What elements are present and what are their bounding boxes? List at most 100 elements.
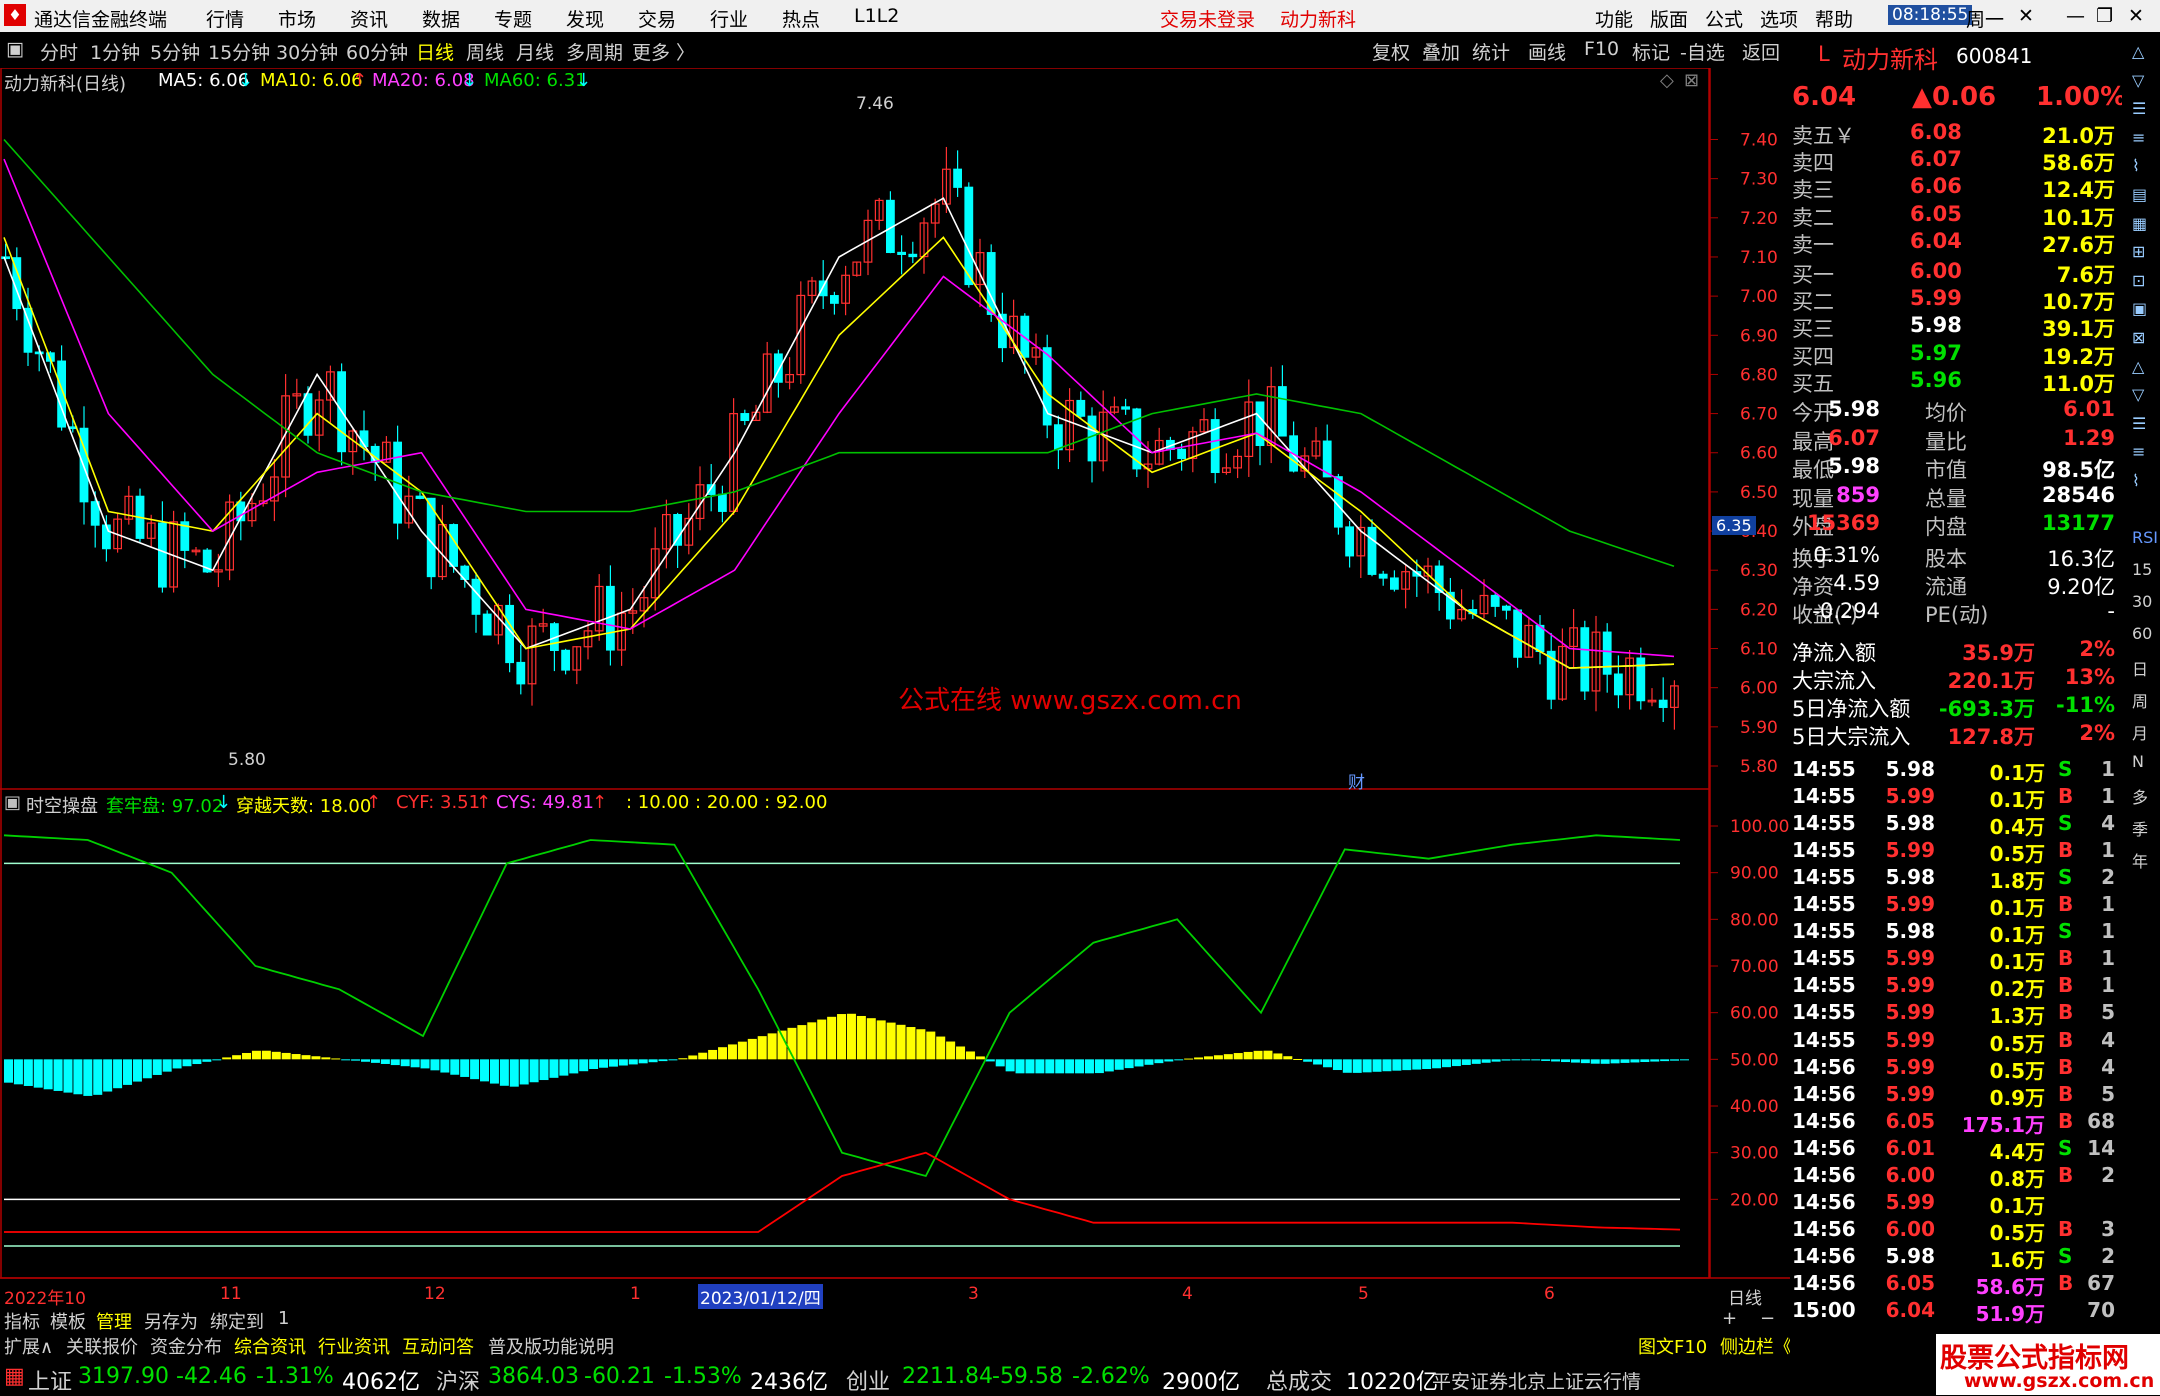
- tab-expand[interactable]: 扩展∧: [4, 1333, 53, 1359]
- menu-market[interactable]: 市场: [278, 5, 316, 32]
- tab-industry-news[interactable]: 行业资讯: [318, 1333, 390, 1359]
- btn-f10[interactable]: F10: [1584, 38, 1619, 60]
- tab-bind[interactable]: 绑定到: [210, 1308, 264, 1334]
- btn-back[interactable]: 返回: [1742, 38, 1780, 65]
- tab-more[interactable]: 更多: [632, 38, 670, 65]
- sidebar-tool-icon[interactable]: ≡: [2132, 442, 2145, 461]
- more-chevron-icon[interactable]: 〉: [676, 38, 695, 65]
- tab-fenshi[interactable]: 分时: [40, 38, 78, 65]
- menu-help[interactable]: 帮助: [1815, 5, 1853, 32]
- menu-quote[interactable]: 行情: [206, 5, 244, 32]
- sidebar-tool-icon[interactable]: ▽: [2132, 385, 2144, 404]
- menu-options[interactable]: 选项: [1760, 5, 1798, 32]
- status-icon[interactable]: ▦: [4, 1364, 25, 1389]
- tab-manage[interactable]: 管理: [96, 1308, 132, 1334]
- cai-marker[interactable]: 财: [1348, 768, 1365, 793]
- sidebar-period-3[interactable]: 60: [2132, 624, 2152, 643]
- candle-body: [740, 413, 750, 422]
- sidebar-tool-icon[interactable]: ≡: [2132, 128, 2145, 147]
- minimize-icon[interactable]: —: [2066, 5, 2085, 27]
- cys-bar: [539, 1059, 549, 1081]
- sidebar-tool-icon[interactable]: △: [2132, 357, 2144, 376]
- close-window-icon[interactable]: ✕: [2128, 5, 2144, 27]
- sidebar-tool-icon[interactable]: ☰: [2132, 414, 2146, 433]
- chart-close-icon[interactable]: ⊠: [1684, 70, 1699, 91]
- tab-f10-text[interactable]: 图文F10: [1638, 1333, 1707, 1359]
- sidebar-tool-icon[interactable]: ⌇: [2132, 156, 2140, 175]
- zoom-plus-icon[interactable]: +: [1722, 1308, 1737, 1329]
- sidebar-tool-icon[interactable]: ⊞: [2132, 242, 2145, 261]
- sidebar-period-5[interactable]: 周: [2132, 688, 2148, 712]
- sidebar-period-6[interactable]: 月: [2132, 720, 2148, 744]
- sidebar-period-7[interactable]: N: [2132, 752, 2144, 771]
- tab-60min[interactable]: 60分钟: [346, 38, 408, 65]
- tab-15min[interactable]: 15分钟: [208, 38, 270, 65]
- menu-topic[interactable]: 专题: [494, 5, 532, 32]
- menu-news[interactable]: 资讯: [350, 5, 388, 32]
- indicator-icon[interactable]: ▣: [4, 792, 21, 813]
- sidebar-tool-icon[interactable]: ▦: [2132, 214, 2147, 233]
- sidebar-tool-icon[interactable]: ▽: [2132, 71, 2144, 90]
- menu-layout[interactable]: 版面: [1650, 5, 1688, 32]
- cy-name[interactable]: 创业: [846, 1364, 890, 1396]
- tab-related-quote[interactable]: 关联报价: [66, 1333, 138, 1359]
- btn-watchlist[interactable]: -自选: [1680, 38, 1725, 65]
- sidebar-period-2[interactable]: 30: [2132, 592, 2152, 611]
- menu-discover[interactable]: 发现: [566, 5, 604, 32]
- sidebar-tool-icon[interactable]: △: [2132, 42, 2144, 61]
- tab-weekly[interactable]: 周线: [466, 38, 504, 65]
- toolbar-menu-icon[interactable]: ▣: [6, 38, 24, 60]
- sidebar-tool-icon[interactable]: ⊠: [2132, 328, 2145, 347]
- tab-5min[interactable]: 5分钟: [150, 38, 200, 65]
- tab-indicator[interactable]: 指标: [4, 1308, 40, 1334]
- tab-daily[interactable]: 日线: [416, 38, 454, 65]
- tab-30min[interactable]: 30分钟: [276, 38, 338, 65]
- menu-data[interactable]: 数据: [422, 5, 460, 32]
- tab-saveas[interactable]: 另存为: [144, 1308, 198, 1334]
- stock-link[interactable]: 动力新科: [1280, 5, 1356, 32]
- menu-function[interactable]: 功能: [1595, 5, 1633, 32]
- sidebar-tool-icon[interactable]: ▤: [2132, 185, 2147, 204]
- btn-mark[interactable]: 标记: [1632, 38, 1670, 65]
- sidebar-tool-icon[interactable]: ▣: [2132, 299, 2147, 318]
- menu-industry[interactable]: 行业: [710, 5, 748, 32]
- close-icon[interactable]: ✕: [2018, 5, 2034, 27]
- sidebar-tool-icon[interactable]: ⌇: [2132, 471, 2140, 490]
- sidebar-period-1[interactable]: 15: [2132, 560, 2152, 579]
- sidebar-period-9[interactable]: 季: [2132, 816, 2148, 840]
- menu-l1l2[interactable]: L1L2: [854, 5, 899, 27]
- tab-news[interactable]: 综合资讯: [234, 1333, 306, 1359]
- tab-template[interactable]: 模板: [50, 1308, 86, 1334]
- tab-num[interactable]: 1: [278, 1308, 289, 1329]
- sh-name[interactable]: 上证: [28, 1364, 72, 1396]
- tab-1min[interactable]: 1分钟: [90, 38, 140, 65]
- sidebar-period-10[interactable]: 年: [2132, 848, 2148, 872]
- hs-name[interactable]: 沪深: [436, 1364, 480, 1396]
- tab-capital[interactable]: 资金分布: [150, 1333, 222, 1359]
- btn-stats[interactable]: 统计: [1472, 38, 1510, 65]
- diamond-icon[interactable]: ◇: [1660, 70, 1674, 91]
- tab-qa[interactable]: 互动问答: [402, 1333, 474, 1359]
- menu-hot[interactable]: 热点: [782, 5, 820, 32]
- maximize-icon[interactable]: ❐: [2096, 5, 2113, 27]
- btn-fuquan[interactable]: 复权: [1372, 38, 1410, 65]
- tab-multi[interactable]: 多周期: [566, 38, 623, 65]
- kline-chart[interactable]: 7.40 7.30 7.20 7.10 7.00 6.90 6.80 6.70 6.60 6.50…: [0, 68, 1790, 1308]
- sidebar-period-4[interactable]: 日: [2132, 656, 2148, 680]
- tick-count: 3: [2101, 1216, 2115, 1241]
- btn-draw[interactable]: 画线: [1528, 38, 1566, 65]
- menu-trade[interactable]: 交易: [638, 5, 676, 32]
- btn-overlay[interactable]: 叠加: [1422, 38, 1460, 65]
- sidebar-period-0[interactable]: RSI: [2132, 528, 2158, 547]
- menu-formula[interactable]: 公式: [1705, 5, 1743, 32]
- zoom-minus-icon[interactable]: −: [1760, 1308, 1775, 1329]
- tab-help[interactable]: 普及版功能说明: [488, 1333, 614, 1359]
- bid-label: 买四: [1792, 344, 1834, 369]
- tab-monthly[interactable]: 月线: [516, 38, 554, 65]
- tab-sidebar[interactable]: 侧边栏《: [1720, 1333, 1792, 1359]
- sidebar-tool-icon[interactable]: ☰: [2132, 99, 2146, 118]
- login-status[interactable]: 交易未登录: [1160, 5, 1255, 32]
- y-tick-label: 6.70: [1740, 405, 1778, 425]
- sidebar-tool-icon[interactable]: ⊡: [2132, 271, 2145, 290]
- sidebar-period-8[interactable]: 多: [2132, 784, 2148, 808]
